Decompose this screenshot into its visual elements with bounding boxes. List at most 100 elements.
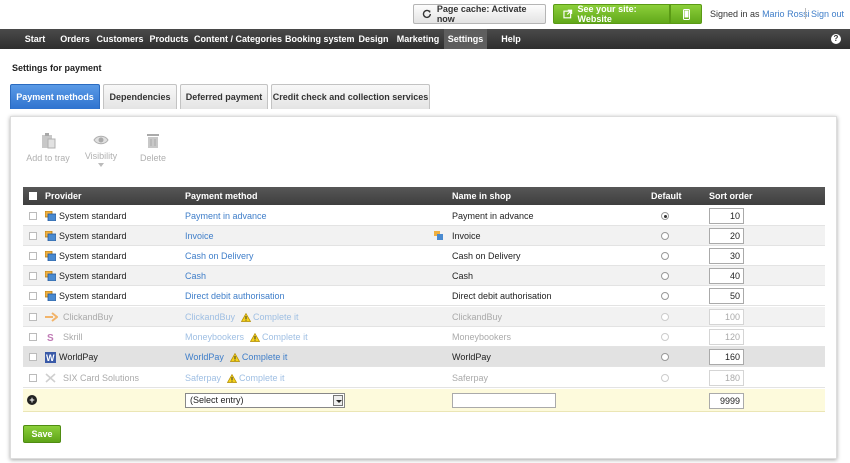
payment-method-link[interactable]: WorldPay [185, 352, 224, 362]
row-checkbox[interactable] [29, 252, 37, 260]
row-checkbox[interactable] [29, 212, 37, 220]
select-all-checkbox[interactable] [29, 192, 37, 200]
nav-start[interactable]: Start [18, 29, 52, 49]
payment-method-link[interactable]: Invoice [185, 231, 214, 241]
payment-method-link[interactable]: Saferpay [185, 373, 221, 383]
sort-order-input[interactable]: 160 [709, 349, 744, 365]
chevron-down-icon [98, 163, 104, 167]
save-button[interactable]: Save [23, 425, 61, 443]
payment-method-link[interactable]: Cash on Delivery [185, 251, 254, 261]
payment-method-link[interactable]: ClickandBuy [185, 312, 235, 322]
eye-icon [93, 135, 109, 145]
name-in-shop-cell: Moneybookers [452, 332, 512, 342]
payment-method-select[interactable]: (Select entry) [185, 393, 345, 408]
page-cache-button[interactable]: Page cache: Activate now [413, 4, 546, 24]
default-radio[interactable] [661, 212, 669, 220]
user-name-link[interactable]: Mario Rossi [762, 9, 810, 19]
svg-text:W: W [46, 353, 55, 363]
sort-order-input[interactable]: 20 [709, 228, 744, 244]
provider-cell: SIX Card Solutions [63, 373, 140, 383]
tab-payment-methods[interactable]: Payment methods [10, 84, 100, 109]
payment-method-link[interactable]: Payment in advance [185, 211, 267, 221]
table-row[interactable]: System standard Payment in advance Payment… [23, 206, 825, 226]
new-shop-name-input[interactable] [452, 393, 556, 408]
name-in-shop-cell: Cash on Delivery [452, 251, 521, 261]
default-radio[interactable] [661, 252, 669, 260]
mobile-preview-button[interactable] [670, 4, 702, 24]
row-checkbox[interactable] [29, 313, 37, 321]
payment-method-cell: Cash [185, 266, 206, 286]
select-entry-label: (Select entry) [190, 395, 244, 405]
table-row[interactable]: System standard Cash on Delivery Cash on D… [23, 246, 825, 266]
sign-out-link[interactable]: Sign out [811, 9, 844, 19]
help-icon[interactable]: ? [831, 34, 841, 44]
sort-order-input[interactable]: 30 [709, 248, 744, 264]
nav-customers[interactable]: Customers [96, 29, 144, 49]
sort-order-input[interactable]: 120 [709, 329, 744, 345]
nav-orders[interactable]: Orders [56, 29, 94, 49]
complete-it-link[interactable]: Complete it [262, 332, 308, 342]
header-provider[interactable]: Provider [45, 187, 82, 205]
default-radio[interactable] [661, 292, 669, 300]
nav-marketing[interactable]: Marketing [395, 29, 441, 49]
table-row[interactable]: W WorldPay WorldPay Complete it WorldPay 160 [23, 347, 825, 367]
complete-it-link[interactable]: Complete it [239, 373, 285, 383]
sort-order-input[interactable]: 100 [709, 309, 744, 325]
payment-method-link[interactable]: Moneybookers [185, 332, 244, 342]
default-radio[interactable] [661, 353, 669, 361]
add-to-tray-button[interactable]: Add to tray [26, 133, 70, 163]
row-checkbox[interactable] [29, 272, 37, 280]
default-radio[interactable] [661, 374, 669, 382]
default-radio[interactable] [661, 272, 669, 280]
default-radio[interactable] [661, 232, 669, 240]
table-row[interactable]: S Skrill Moneybookers Complete it Moneybooke… [23, 327, 825, 347]
complete-it-link[interactable]: Complete it [242, 352, 288, 362]
payment-method-cell: Saferpay Complete it [185, 368, 285, 388]
row-checkbox[interactable] [29, 292, 37, 300]
nav-help[interactable]: Help [497, 29, 525, 49]
delete-button[interactable]: Delete [138, 133, 168, 163]
row-checkbox[interactable] [29, 333, 37, 341]
payment-method-link[interactable]: Cash [185, 271, 206, 281]
table-header: Provider Payment method Name in shop Def… [23, 187, 825, 205]
sort-order-input[interactable]: 40 [709, 268, 744, 284]
nav-settings[interactable]: Settings [444, 29, 487, 49]
visibility-button[interactable]: Visibility [82, 133, 120, 167]
add-row-icon[interactable]: + [27, 395, 37, 405]
name-in-shop-cell: ClickandBuy [452, 312, 503, 322]
provider-cell: ClickandBuy [63, 312, 114, 322]
tab-dependencies[interactable]: Dependencies [103, 84, 177, 109]
new-sort-order-input[interactable]: 9999 [709, 393, 744, 409]
nav-design[interactable]: Design [356, 29, 391, 49]
see-site-button[interactable]: See your site: Website [553, 4, 670, 24]
six-card-icon [45, 373, 56, 383]
table-row[interactable]: ClickandBuy ClickandBuy Complete it Clickan… [23, 307, 825, 327]
default-radio[interactable] [661, 333, 669, 341]
header-default[interactable]: Default [651, 187, 682, 205]
sort-order-input[interactable]: 180 [709, 370, 744, 386]
payment-method-link[interactable]: Direct debit authorisation [185, 291, 285, 301]
name-in-shop-cell: Invoice [452, 231, 481, 241]
nav-booking-system[interactable]: Booking system [285, 29, 355, 49]
table-row[interactable]: System standard Cash Cash 40 [23, 266, 825, 286]
table-row[interactable]: System standard Direct debit authorisatio… [23, 286, 825, 306]
nav-products[interactable]: Products [148, 29, 190, 49]
header-sort-order[interactable]: Sort order [709, 187, 753, 205]
sort-order-input[interactable]: 50 [709, 288, 744, 304]
clipboard-icon [42, 133, 56, 149]
sort-order-input[interactable]: 10 [709, 208, 744, 224]
row-checkbox[interactable] [29, 374, 37, 382]
table-row[interactable]: SIX Card Solutions Saferpay Complete it Saf… [23, 368, 825, 388]
complete-it-link[interactable]: Complete it [253, 312, 299, 322]
row-checkbox[interactable] [29, 353, 37, 361]
chevron-down-icon [333, 395, 343, 406]
default-radio[interactable] [661, 313, 669, 321]
provider-cell: System standard [59, 231, 127, 241]
header-payment-method[interactable]: Payment method [185, 187, 258, 205]
tab-credit-check[interactable]: Credit check and collection services [271, 84, 430, 109]
table-row[interactable]: System standard Invoice Invoice 20 [23, 226, 825, 246]
tab-deferred-payment[interactable]: Deferred payment [180, 84, 268, 109]
nav-content-categories[interactable]: Content / Categories [194, 29, 282, 49]
header-name-in-shop[interactable]: Name in shop [452, 187, 511, 205]
row-checkbox[interactable] [29, 232, 37, 240]
